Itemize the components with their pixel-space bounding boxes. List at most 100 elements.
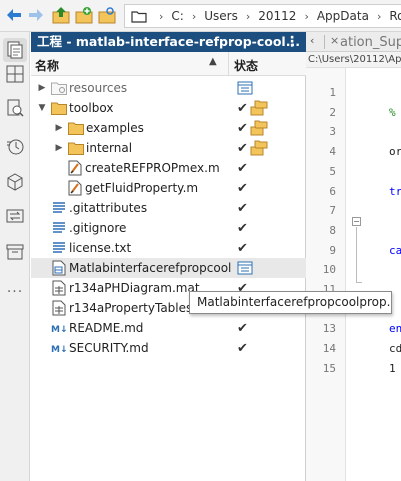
add-ons-icon[interactable] xyxy=(3,170,27,194)
files-icon[interactable] xyxy=(3,38,27,62)
tree-row[interactable]: M↓ README.md ✔ xyxy=(31,318,306,338)
project-file-icon xyxy=(51,260,67,276)
panel-menu-icon[interactable]: ⋮ xyxy=(285,32,299,52)
editor-path: C:\Users\20112\AppD xyxy=(306,52,401,68)
in-project-check-icon: ✔ xyxy=(237,180,248,196)
tree-row[interactable]: license.txt ✔ xyxy=(31,238,306,258)
address-separator-icon: › xyxy=(245,9,251,23)
line-number: 13 xyxy=(322,322,336,336)
tree-row[interactable]: Matlabinterfacerefpropcoolprop.prj xyxy=(31,258,306,278)
mat-file-icon xyxy=(51,280,67,296)
folder-icon xyxy=(68,120,84,136)
tree-item-label: toolbox xyxy=(69,101,114,115)
address-part[interactable]: 20112 xyxy=(258,9,296,23)
expand-down-icon[interactable]: ▼ xyxy=(37,103,47,113)
column-name-header[interactable]: 名称 xyxy=(35,57,59,74)
status-cell: ✔ xyxy=(237,339,248,357)
in-project-check-icon: ✔ xyxy=(237,160,248,176)
tree-item-label: getFluidProperty.m xyxy=(85,181,199,195)
code-line: % xyxy=(389,105,396,119)
history-icon[interactable] xyxy=(3,134,27,158)
code-line: ca xyxy=(389,243,401,257)
activity-bar: ··· xyxy=(0,32,30,481)
address-separator-icon: › xyxy=(159,9,164,23)
status-cell: ✔ xyxy=(237,199,248,217)
address-folder-icon xyxy=(131,10,147,23)
tree-item-label: Matlabinterfacerefpropcoolprop.prj xyxy=(69,261,231,275)
line-number: 1 xyxy=(329,86,336,99)
column-header: 名称 ▲ 状态 xyxy=(31,52,306,76)
find-files-icon[interactable] xyxy=(3,96,27,120)
tree-row[interactable]: createREFPROPmex.m ✔ xyxy=(31,158,306,178)
fold-toggle-icon[interactable]: − xyxy=(352,217,361,226)
line-number: 14 xyxy=(322,342,336,356)
tree-row[interactable]: ▶ examples ✔ xyxy=(31,118,306,138)
expand-right-icon[interactable]: ▶ xyxy=(54,143,64,153)
tree-row[interactable]: ▶ internal ✔ xyxy=(31,138,306,158)
line-number: 15 xyxy=(322,361,336,375)
address-part[interactable]: AppData xyxy=(317,9,369,23)
text-file-icon xyxy=(51,220,67,236)
editor-pane: ‹ × ation_Sup C:\Users\20112\AppD 1 2 3 4 5 6… xyxy=(306,32,401,481)
address-part[interactable]: Ro xyxy=(389,9,401,23)
column-divider[interactable] xyxy=(228,52,229,76)
tree-row[interactable]: ▼ toolbox ✔ xyxy=(31,98,306,118)
file-tooltip: Matlabinterfacerefpropcoolprop.prj xyxy=(189,291,392,314)
line-number: 5 xyxy=(329,164,336,178)
status-cell: ✔ xyxy=(237,319,248,337)
m-file-icon xyxy=(67,180,83,196)
folder-icon xyxy=(68,140,84,156)
tree-item-label: resources xyxy=(69,81,128,95)
svg-text:M↓: M↓ xyxy=(51,325,67,334)
status-cell: ✔ xyxy=(237,139,268,157)
svg-text:M↓: M↓ xyxy=(51,345,67,354)
more-icon[interactable]: ··· xyxy=(3,280,27,304)
source-control-icon[interactable] xyxy=(3,204,27,228)
new-folder-icon[interactable] xyxy=(74,5,94,25)
tree-item-label: README.md xyxy=(69,321,144,335)
close-tab-icon[interactable]: × xyxy=(330,34,339,47)
up-folder-icon[interactable] xyxy=(51,5,71,25)
in-project-check-icon: ✔ xyxy=(237,320,248,336)
editor-tab-name[interactable]: ation_Sup xyxy=(340,35,401,50)
code-line: or xyxy=(389,145,401,159)
sort-ascending-icon[interactable]: ▲ xyxy=(209,56,217,67)
editor-tab-bar: ‹ × ation_Sup xyxy=(306,32,401,52)
tree-row[interactable]: .gitignore ✔ xyxy=(31,218,306,238)
in-project-check-icon: ✔ xyxy=(237,200,248,216)
markdown-file-icon: M↓ xyxy=(51,340,67,356)
forward-arrow-icon[interactable] xyxy=(26,5,46,25)
address-part[interactable]: Users xyxy=(204,9,238,23)
expand-right-icon[interactable]: ▶ xyxy=(37,83,47,93)
line-number: 4 xyxy=(329,145,336,159)
tree-row[interactable]: getFluidProperty.m ✔ xyxy=(31,178,306,198)
project-panel: 工程 - matlab-interface-refprop-cool... ⋮ … xyxy=(31,32,306,481)
toolbar: › C: › Users › 20112 › AppData › Ro xyxy=(0,0,401,32)
tree-row[interactable]: .gitattributes ✔ xyxy=(31,198,306,218)
status-cell xyxy=(237,79,253,97)
in-project-check-icon: ✔ xyxy=(237,240,248,256)
tree-item-label: r134aPHDiagram.mat xyxy=(69,281,200,295)
tree-row[interactable]: M↓ SECURITY.md ✔ xyxy=(31,338,306,358)
line-number: 7 xyxy=(329,204,336,218)
address-bar[interactable]: › C: › Users › 20112 › AppData › Ro xyxy=(124,4,401,28)
text-file-icon xyxy=(51,200,67,216)
archive-icon[interactable] xyxy=(3,240,27,264)
tree-row[interactable]: ▶ resources xyxy=(31,78,306,98)
expand-right-icon[interactable]: ▶ xyxy=(54,123,64,133)
tree-item-label: examples xyxy=(86,121,144,135)
back-arrow-icon[interactable] xyxy=(4,5,24,25)
address-separator-icon: › xyxy=(304,9,309,23)
project-grid-icon[interactable] xyxy=(3,62,27,86)
browse-folder-icon[interactable] xyxy=(97,5,117,25)
folder-contents-status-icon xyxy=(250,100,268,116)
tab-divider xyxy=(324,35,325,49)
address-part[interactable]: C: xyxy=(171,9,183,23)
status-cell xyxy=(237,259,253,277)
m-file-icon xyxy=(67,160,83,176)
code-line: 1 xyxy=(389,361,396,375)
chevron-left-icon[interactable]: ‹ xyxy=(310,34,314,47)
column-status-header[interactable]: 状态 xyxy=(234,57,258,74)
referenced-status-icon xyxy=(237,260,253,276)
mat-file-icon xyxy=(51,300,67,316)
